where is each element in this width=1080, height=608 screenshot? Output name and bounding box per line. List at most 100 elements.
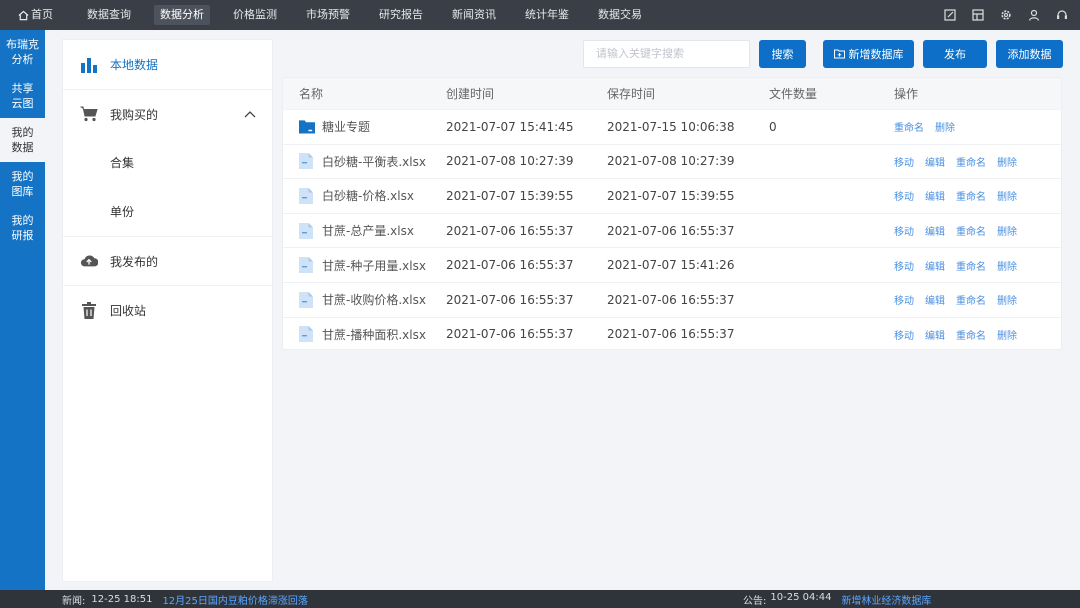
menu-published[interactable]: 我发布的 <box>63 236 272 285</box>
publish-button[interactable]: 发布 <box>923 40 987 68</box>
table-row[interactable]: 甘蔗-播种面积.xlsx 2021-07-06 16:55:37 2021-07-0… <box>283 316 1061 352</box>
top-nav: 首页 数据查询 数据分析 价格监测 市场预警 研究报告 新闻资讯 统计年鉴 数据交易 <box>0 0 1080 30</box>
menu-collection[interactable]: 合集 <box>63 138 272 187</box>
nav-item[interactable]: 统计年鉴 <box>519 5 575 25</box>
nav-item[interactable]: 新闻资讯 <box>446 5 502 25</box>
op-link[interactable]: 移动 <box>894 154 914 169</box>
op-link[interactable]: 编辑 <box>925 154 945 169</box>
search-input[interactable]: 请输入关键字搜索 <box>583 40 750 68</box>
op-link[interactable]: 移动 <box>894 188 914 203</box>
table-icon[interactable] <box>970 7 986 23</box>
search-button[interactable]: 搜索 <box>759 40 806 68</box>
op-link[interactable]: 编辑 <box>925 188 945 203</box>
table-row[interactable]: 白砂糖-价格.xlsx 2021-07-07 15:39:55 2021-07-07… <box>283 178 1061 213</box>
file-name[interactable]: 甘蔗-总产量.xlsx <box>322 222 414 239</box>
table-row[interactable]: 糖业专题 2021-07-07 15:41:45 2021-07-15 10:06:… <box>283 109 1061 144</box>
cell-ops: 重命名 删除 <box>894 119 1061 134</box>
op-link[interactable]: 编辑 <box>925 223 945 238</box>
bar-chart-icon <box>80 56 98 74</box>
op-link[interactable]: 重命名 <box>956 258 986 273</box>
sidebar-item[interactable]: 共享 云图 <box>0 74 45 118</box>
menu-recycle[interactable]: 回收站 <box>63 285 272 334</box>
cell-saved: 2021-07-07 15:39:55 <box>607 188 735 203</box>
op-link[interactable]: 移动 <box>894 258 914 273</box>
op-link[interactable]: 编辑 <box>925 327 945 342</box>
nav-item[interactable]: 研究报告 <box>373 5 429 25</box>
op-link[interactable]: 删除 <box>935 119 955 134</box>
table-row[interactable]: 白砂糖-平衡表.xlsx 2021-07-08 10:27:39 2021-07-0… <box>283 143 1061 179</box>
cell-created: 2021-07-07 15:41:45 <box>446 119 574 134</box>
new-database-button[interactable]: 新增数据库 <box>823 40 914 68</box>
notice-link[interactable]: 新增林业经济数据库 <box>841 592 931 607</box>
op-link[interactable]: 编辑 <box>925 292 945 307</box>
news-link[interactable]: 12月25日国内豆粕价格滞涨回落 <box>162 592 307 607</box>
file-name[interactable]: 白砂糖-价格.xlsx <box>322 187 414 204</box>
user-icon[interactable] <box>1026 7 1042 23</box>
gear-icon[interactable] <box>998 7 1014 23</box>
add-data-button[interactable]: 添加数据 <box>996 40 1063 68</box>
op-link[interactable]: 移动 <box>894 292 914 307</box>
nav-home[interactable]: 首页 <box>12 5 59 25</box>
nav-item[interactable]: 价格监测 <box>227 5 283 25</box>
cell-count: 0 <box>769 119 777 134</box>
excel-file-icon <box>299 153 315 170</box>
op-link[interactable]: 重命名 <box>956 327 986 342</box>
menu-purchased-label: 我购买的 <box>110 107 159 122</box>
menu-single-label: 单份 <box>110 205 135 219</box>
folder-icon <box>299 119 315 135</box>
edit-icon[interactable] <box>942 7 958 23</box>
op-link[interactable]: 删除 <box>997 327 1017 342</box>
op-link[interactable]: 重命名 <box>956 154 986 169</box>
file-name[interactable]: 糖业专题 <box>322 118 370 135</box>
file-name[interactable]: 白砂糖-平衡表.xlsx <box>322 153 426 170</box>
sidebar-item[interactable]: 我的 研报 <box>0 206 45 250</box>
menu-local-data[interactable]: 本地数据 <box>63 40 272 89</box>
sidebar-item[interactable]: 我的 数据 <box>0 118 45 162</box>
notice-label: 公告: <box>743 595 767 607</box>
trash-icon <box>80 301 98 319</box>
folder-plus-icon <box>833 49 845 59</box>
excel-file-icon <box>299 187 315 204</box>
op-link[interactable]: 重命名 <box>894 119 924 134</box>
op-link[interactable]: 删除 <box>997 292 1017 307</box>
file-name[interactable]: 甘蔗-收购价格.xlsx <box>322 291 426 308</box>
header-count: 文件数量 <box>769 87 818 101</box>
chevron-up-icon[interactable] <box>244 107 256 121</box>
excel-file-icon <box>299 222 315 239</box>
excel-file-icon <box>299 291 315 308</box>
notice-time: 10-25 04:44 <box>770 591 832 603</box>
op-link[interactable]: 删除 <box>997 223 1017 238</box>
sidebar-item[interactable]: 布瑞克 分析 <box>0 30 45 74</box>
op-link[interactable]: 重命名 <box>956 223 986 238</box>
op-link[interactable]: 删除 <box>997 188 1017 203</box>
cell-saved: 2021-07-06 16:55:37 <box>607 223 735 238</box>
menu-purchased[interactable]: 我购买的 <box>63 89 272 138</box>
menu-single[interactable]: 单份 <box>63 187 272 236</box>
nav-item[interactable]: 数据查询 <box>81 5 137 25</box>
op-link[interactable]: 编辑 <box>925 258 945 273</box>
sidebar-item[interactable]: 我的 图库 <box>0 162 45 206</box>
op-link[interactable]: 移动 <box>894 223 914 238</box>
op-link[interactable]: 删除 <box>997 154 1017 169</box>
cell-name: 白砂糖-平衡表.xlsx <box>283 153 446 170</box>
op-link[interactable]: 重命名 <box>956 188 986 203</box>
table-row[interactable]: 甘蔗-收购价格.xlsx 2021-07-06 16:55:37 2021-07-0… <box>283 281 1061 317</box>
nav-item[interactable]: 数据分析 <box>154 5 210 25</box>
headset-icon[interactable] <box>1054 7 1070 23</box>
file-name[interactable]: 甘蔗-播种面积.xlsx <box>322 326 426 343</box>
op-link[interactable]: 重命名 <box>956 292 986 307</box>
sidebar-item-line1: 共享 <box>11 82 34 95</box>
cell-saved: 2021-07-06 16:55:37 <box>607 292 735 307</box>
file-name[interactable]: 甘蔗-种子用量.xlsx <box>322 257 426 274</box>
op-link[interactable]: 删除 <box>997 258 1017 273</box>
table-header: 名称 创建时间 保存时间 文件数量 操作 <box>283 78 1061 109</box>
nav-item[interactable]: 市场预警 <box>300 5 356 25</box>
op-link[interactable]: 移动 <box>894 327 914 342</box>
menu-local-data-label: 本地数据 <box>110 58 159 72</box>
table-row[interactable]: 甘蔗-种子用量.xlsx 2021-07-06 16:55:37 2021-07-0… <box>283 247 1061 282</box>
nav-item[interactable]: 数据交易 <box>592 5 648 25</box>
cell-saved: 2021-07-06 16:55:37 <box>607 327 735 342</box>
cell-ops: 移动 编辑 重命名 删除 <box>894 223 1061 238</box>
table-body: 糖业专题 2021-07-07 15:41:45 2021-07-15 10:06:… <box>283 109 1061 351</box>
table-row[interactable]: 甘蔗-总产量.xlsx 2021-07-06 16:55:37 2021-07-06… <box>283 212 1061 248</box>
